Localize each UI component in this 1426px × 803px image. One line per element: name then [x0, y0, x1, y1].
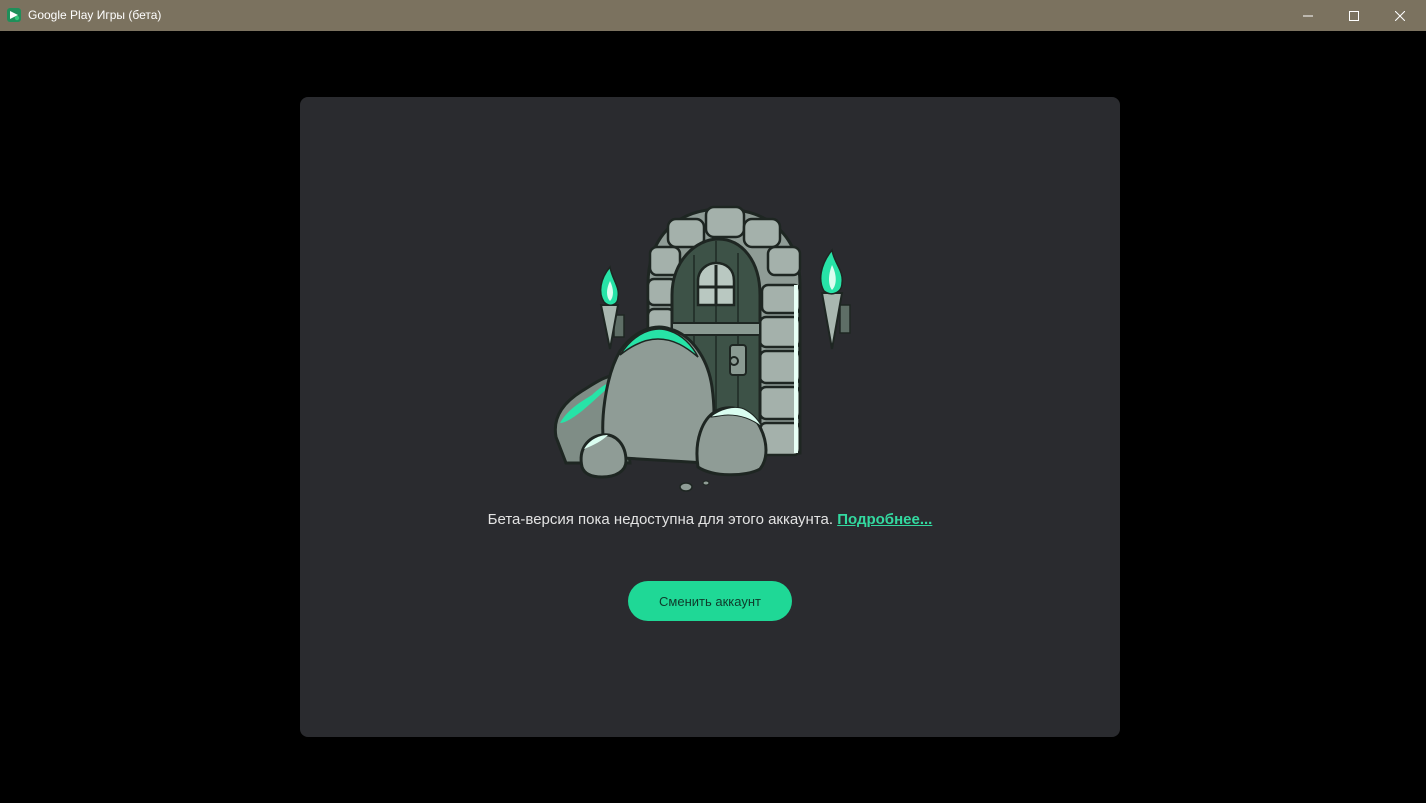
close-icon [1395, 10, 1405, 21]
window-title: Google Play Игры (бета) [28, 8, 162, 22]
message-text: Бета-версия пока недоступна для этого ак… [487, 511, 834, 528]
left-torch-icon [599, 265, 625, 350]
learn-more-link[interactable]: Подробнее... [837, 511, 932, 528]
app-window: Google Play Игры (бета) Бета-версия пока… [0, 0, 1426, 803]
google-play-games-icon [7, 8, 21, 22]
switch-account-button[interactable]: Сменить аккаунт [628, 581, 792, 621]
unavailable-message: Бета-версия пока недоступна для этого ак… [460, 510, 960, 530]
unavailable-card: Бета-версия пока недоступна для этого ак… [300, 97, 1120, 737]
minimize-icon [1303, 15, 1313, 16]
maximize-button[interactable] [1331, 0, 1377, 31]
minimize-button[interactable] [1285, 0, 1331, 31]
title-bar[interactable]: Google Play Игры (бета) [0, 0, 1426, 31]
locked-dungeon-door-illustration [553, 205, 851, 492]
close-button[interactable] [1377, 0, 1423, 31]
maximize-icon [1349, 10, 1359, 21]
right-torch-icon [819, 248, 851, 350]
content-area: Бета-версия пока недоступна для этого ак… [0, 31, 1426, 803]
